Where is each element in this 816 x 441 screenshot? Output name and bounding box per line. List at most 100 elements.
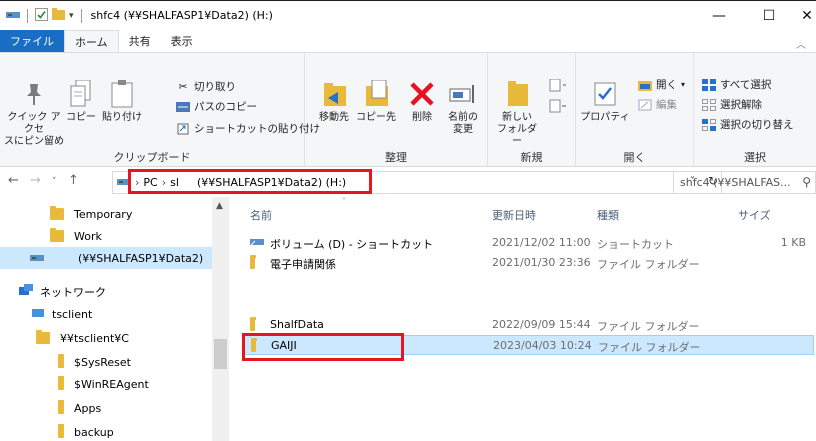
file-list: ˅ 名前 更新日時 種類 サイズ ボリューム (D) - ショートカット 202… xyxy=(230,197,816,441)
scrollbar-thumb[interactable] xyxy=(214,339,227,369)
file-name: GAIJI xyxy=(271,339,297,352)
minimize-button[interactable]: — xyxy=(696,1,742,31)
edit-label: 編集 xyxy=(656,99,677,111)
file-date: 2023/04/03 10:24 xyxy=(493,339,592,352)
nav-item-tsclient-c[interactable]: ¥¥tsclient¥C xyxy=(36,327,129,349)
move-to-button[interactable]: 移動先 xyxy=(313,79,355,124)
search-box[interactable]: shfc4 (¥¥SHALFAS... ⚲ xyxy=(673,171,816,194)
open-button[interactable]: 開く ▾ xyxy=(638,77,685,92)
network-icon xyxy=(18,283,34,301)
scissors-icon: ✂ xyxy=(178,80,188,93)
nav-item-network-drive[interactable]: (¥¥SHALFASP1¥Data2) xyxy=(0,247,212,269)
rename-label-2: 変更 xyxy=(453,124,473,135)
column-header-name[interactable]: 名前 xyxy=(250,207,272,223)
invert-selection-button[interactable]: 選択の切り替え xyxy=(702,117,794,132)
edit-icon xyxy=(638,99,652,111)
copy-to-button[interactable]: コピー先 xyxy=(355,79,397,124)
folder-icon xyxy=(58,400,64,414)
ribbon-expand-icon[interactable]: ︿ xyxy=(796,36,806,51)
file-date: 2022/09/09 15:44 xyxy=(492,318,591,331)
tab-view[interactable]: 表示 xyxy=(161,30,203,52)
breadcrumb-pc[interactable]: PC xyxy=(143,176,157,189)
recent-dropdown-icon[interactable]: ˅ xyxy=(52,177,57,187)
select-group-label: 選択 xyxy=(744,151,766,164)
pin-quick-access-button[interactable]: クイック アクセ スにピン留め xyxy=(4,79,64,148)
address-bar[interactable]: › PC › sl (¥¥SHALFASP1¥Data2) (H:) xyxy=(112,171,722,194)
new-folder-icon[interactable] xyxy=(52,8,65,23)
folder-icon xyxy=(251,338,257,355)
delete-button[interactable]: 削除 xyxy=(405,79,439,124)
properties-icon xyxy=(591,79,619,109)
properties-button[interactable]: プロパティ xyxy=(580,79,630,124)
pin-label-2: スにピン留め xyxy=(4,136,64,147)
forward-arrow-icon[interactable]: → xyxy=(30,173,41,188)
back-arrow-icon[interactable]: ← xyxy=(8,173,19,188)
properties-check-icon[interactable] xyxy=(35,7,48,24)
cut-label: 切り取り xyxy=(194,81,236,93)
select-all-label: すべて選択 xyxy=(720,79,772,91)
nav-label: tsclient xyxy=(52,307,93,321)
file-date: 2021/01/30 23:36 xyxy=(492,256,591,269)
scroll-up-icon[interactable]: ▲ xyxy=(216,201,223,211)
file-row[interactable]: ShalfData 2022/09/09 15:44 ファイル フォルダー xyxy=(242,315,814,335)
quick-access-toolbar: ▾ xyxy=(0,1,85,31)
new-folder-large-icon xyxy=(503,79,531,109)
tsclient-icon xyxy=(32,307,46,322)
file-row[interactable]: ボリューム (D) - ショートカット 2021/12/02 11:00 ショー… xyxy=(242,233,814,253)
cut-button[interactable]: ✂ 切り取り xyxy=(176,79,236,94)
file-name: ボリューム (D) - ショートカット xyxy=(270,238,434,251)
new-folder-button[interactable]: 新しい フォルダー xyxy=(494,79,540,148)
column-header-date[interactable]: 更新日時 xyxy=(492,207,536,223)
column-header-type[interactable]: 種類 xyxy=(597,207,619,223)
breadcrumb-drive[interactable]: (¥¥SHALFASP1¥Data2) (H:) xyxy=(197,176,346,189)
nav-item-network[interactable]: ネットワーク xyxy=(18,281,106,303)
select-none-button[interactable]: 選択解除 xyxy=(702,97,762,112)
file-type: ファイル フォルダー xyxy=(597,320,700,333)
copy-path-button[interactable]: パスのコピー xyxy=(176,99,257,114)
file-row[interactable]: 電子申請関係 2021/01/30 23:36 ファイル フォルダー xyxy=(242,253,814,273)
nav-item-sysreset[interactable]: $SysReset xyxy=(58,351,131,373)
file-row-selected[interactable]: GAIJI 2023/04/03 10:24 ファイル フォルダー xyxy=(242,335,814,355)
tab-share[interactable]: 共有 xyxy=(119,30,161,52)
maximize-button[interactable]: ☐ xyxy=(746,1,792,31)
nav-item-tsclient[interactable]: tsclient xyxy=(32,303,92,325)
open-label: 開く xyxy=(656,79,677,91)
navigation-pane: Temporary Work (¥¥SHALFASP1¥Data2) ネットワー… xyxy=(0,197,230,441)
share-folder-icon xyxy=(36,330,50,344)
clipboard-group-label: クリップボード xyxy=(113,151,191,164)
column-header-size[interactable]: サイズ xyxy=(738,207,771,223)
navigation-row: ← → ˅ ↑ › PC › sl (¥¥SHALFASP1¥Data2) (H… xyxy=(0,167,816,197)
breadcrumb-separator: › xyxy=(161,176,167,189)
edit-button[interactable]: 編集 xyxy=(638,97,677,112)
breadcrumb-sl[interactable]: sl xyxy=(170,176,179,189)
nav-pane-scrollbar[interactable]: ▲ xyxy=(212,197,229,441)
copy-button[interactable]: コピー xyxy=(62,79,100,124)
easy-access-icon[interactable] xyxy=(548,99,568,116)
rename-button[interactable]: 名前の 変更 xyxy=(443,79,483,136)
invert-selection-label: 選択の切り替え xyxy=(720,119,794,131)
nav-item-work[interactable]: Work xyxy=(50,225,102,247)
folder-icon xyxy=(250,317,256,334)
organize-group-label: 整理 xyxy=(385,151,407,164)
nav-label: $WinREAgent xyxy=(74,377,149,391)
column-header-row: ˅ 名前 更新日時 種類 サイズ xyxy=(230,197,816,227)
pin-icon xyxy=(20,79,48,109)
nav-item-backup[interactable]: backup xyxy=(58,421,114,441)
address-drive-icon xyxy=(117,176,131,189)
paste-button[interactable]: 貼り付け xyxy=(100,79,144,124)
nav-label: backup xyxy=(74,425,114,439)
new-item-icon[interactable] xyxy=(548,78,568,96)
nav-item-temporary[interactable]: Temporary xyxy=(50,203,132,225)
tab-file[interactable]: ファイル xyxy=(0,30,64,52)
select-all-button[interactable]: すべて選択 xyxy=(702,77,771,92)
nav-label: Apps xyxy=(74,401,102,415)
paste-shortcut-button[interactable]: ショートカットの貼り付け xyxy=(176,121,320,136)
tab-home[interactable]: ホーム xyxy=(64,30,119,52)
search-icon: ⚲ xyxy=(802,175,811,189)
close-button[interactable]: ✕ xyxy=(792,1,816,31)
customize-dropdown-icon[interactable]: ▾ xyxy=(69,11,74,21)
ribbon: クイック アクセ スにピン留め コピー 貼り付け ✂ 切り取り パスのコピー シ… xyxy=(0,52,816,168)
nav-item-winreagent[interactable]: $WinREAgent xyxy=(58,373,149,395)
nav-item-apps[interactable]: Apps xyxy=(58,397,101,419)
up-arrow-icon[interactable]: ↑ xyxy=(68,173,79,188)
